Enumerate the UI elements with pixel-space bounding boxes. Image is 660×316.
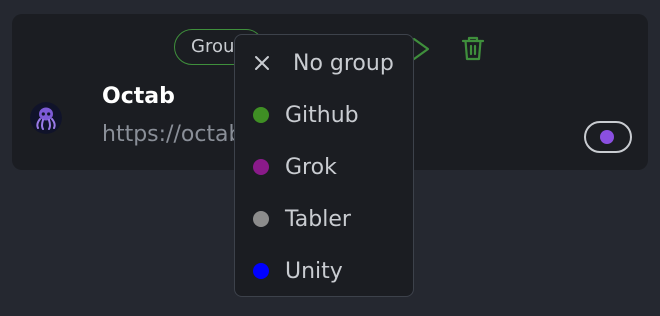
- dropdown-item-label: No group: [293, 50, 394, 76]
- dropdown-item-unity[interactable]: Unity: [235, 245, 413, 296]
- site-title: Octab: [102, 84, 175, 109]
- group-dropdown-menu: No group Github Grok Tabler Unity: [234, 34, 414, 297]
- dropdown-item-github[interactable]: Github: [235, 89, 413, 141]
- group-color-dot: [253, 107, 269, 123]
- group-color-dot: [253, 211, 269, 227]
- group-color-dot: [253, 263, 269, 279]
- close-icon: [255, 56, 269, 70]
- site-url[interactable]: https://octab: [102, 122, 242, 147]
- dropdown-item-tabler[interactable]: Tabler: [235, 193, 413, 245]
- dropdown-item-no-group[interactable]: No group: [235, 37, 413, 89]
- enable-toggle[interactable]: [584, 121, 632, 153]
- dropdown-item-label: Unity: [285, 258, 343, 284]
- dropdown-item-label: Grok: [285, 154, 337, 180]
- toggle-knob: [600, 130, 614, 144]
- trash-icon[interactable]: [460, 34, 486, 62]
- octopus-icon: [30, 102, 62, 134]
- dropdown-item-label: Tabler: [285, 206, 351, 232]
- dropdown-item-label: Github: [285, 102, 359, 128]
- group-color-dot: [253, 159, 269, 175]
- dropdown-item-grok[interactable]: Grok: [235, 141, 413, 193]
